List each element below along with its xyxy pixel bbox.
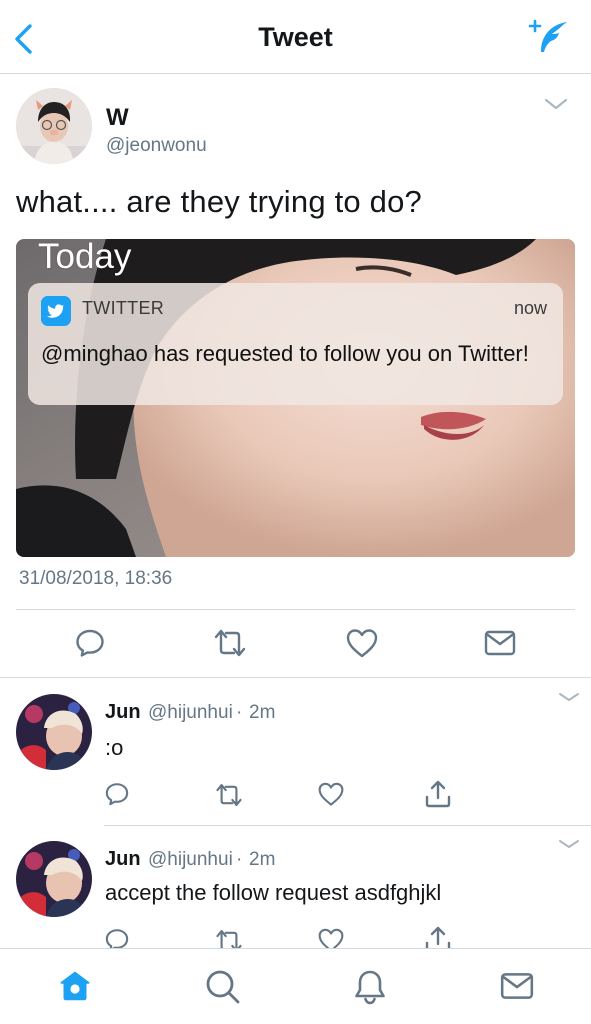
reply-icon[interactable]	[74, 627, 106, 659]
reply-author-handle[interactable]: @hijunhui	[148, 849, 233, 871]
like-icon[interactable]	[345, 627, 379, 659]
divider	[0, 677, 591, 678]
reply-author-handle[interactable]: @hijunhui	[148, 702, 233, 724]
navigation-bar: Tweet	[0, 0, 591, 74]
home-icon[interactable]	[58, 969, 92, 1003]
author-name[interactable]: W	[106, 104, 129, 132]
notifications-icon[interactable]	[353, 968, 387, 1006]
notification-time: now	[513, 298, 547, 318]
meta-separator: ·	[236, 702, 243, 723]
messages-icon[interactable]	[499, 970, 535, 1002]
twitter-bird-icon	[41, 296, 71, 326]
reply-author-name[interactable]: Jun	[105, 848, 141, 871]
tweet-timestamp: 31/08/2018, 18:36	[19, 568, 173, 589]
reply-text: accept the follow request asdfghjkl	[105, 880, 442, 905]
chevron-down-icon[interactable]	[556, 837, 582, 853]
search-icon[interactable]	[204, 968, 242, 1006]
reply-time: 2m	[249, 849, 276, 870]
today-label: Today	[38, 239, 132, 276]
avatar-image	[16, 841, 92, 917]
avatar-image	[16, 694, 92, 770]
notification-card: TWITTER now @minghao has requested to fo…	[28, 283, 563, 405]
tweet-text: what.... are they trying to do?	[16, 184, 422, 219]
author-handle[interactable]: @jeonwonu	[106, 135, 207, 157]
avatar-image	[16, 88, 92, 164]
reply-time: 2m	[249, 702, 276, 723]
reply-text: :o	[105, 735, 124, 760]
reply-icon[interactable]	[104, 781, 130, 807]
retweet-icon[interactable]	[212, 626, 248, 660]
tweet-media[interactable]: Today TWITTER now @minghao has requested…	[16, 239, 575, 557]
chevron-down-icon[interactable]	[540, 94, 572, 114]
compose-feather-icon[interactable]	[525, 18, 571, 56]
divider	[16, 609, 575, 610]
notification-app-name: TWITTER	[82, 298, 165, 318]
chevron-down-icon[interactable]	[556, 690, 582, 706]
retweet-icon[interactable]	[214, 781, 244, 809]
avatar[interactable]	[16, 841, 92, 917]
avatar[interactable]	[16, 694, 92, 770]
message-icon[interactable]	[483, 628, 517, 658]
like-icon[interactable]	[317, 781, 345, 807]
reply-author-name[interactable]: Jun	[105, 701, 141, 724]
notification-message: @minghao has requested to follow you on …	[41, 341, 529, 366]
divider	[104, 825, 591, 826]
tab-bar	[0, 948, 591, 1024]
meta-separator: ·	[236, 849, 243, 870]
avatar[interactable]	[16, 88, 92, 164]
share-icon[interactable]	[424, 779, 452, 809]
page-title: Tweet	[258, 22, 333, 52]
